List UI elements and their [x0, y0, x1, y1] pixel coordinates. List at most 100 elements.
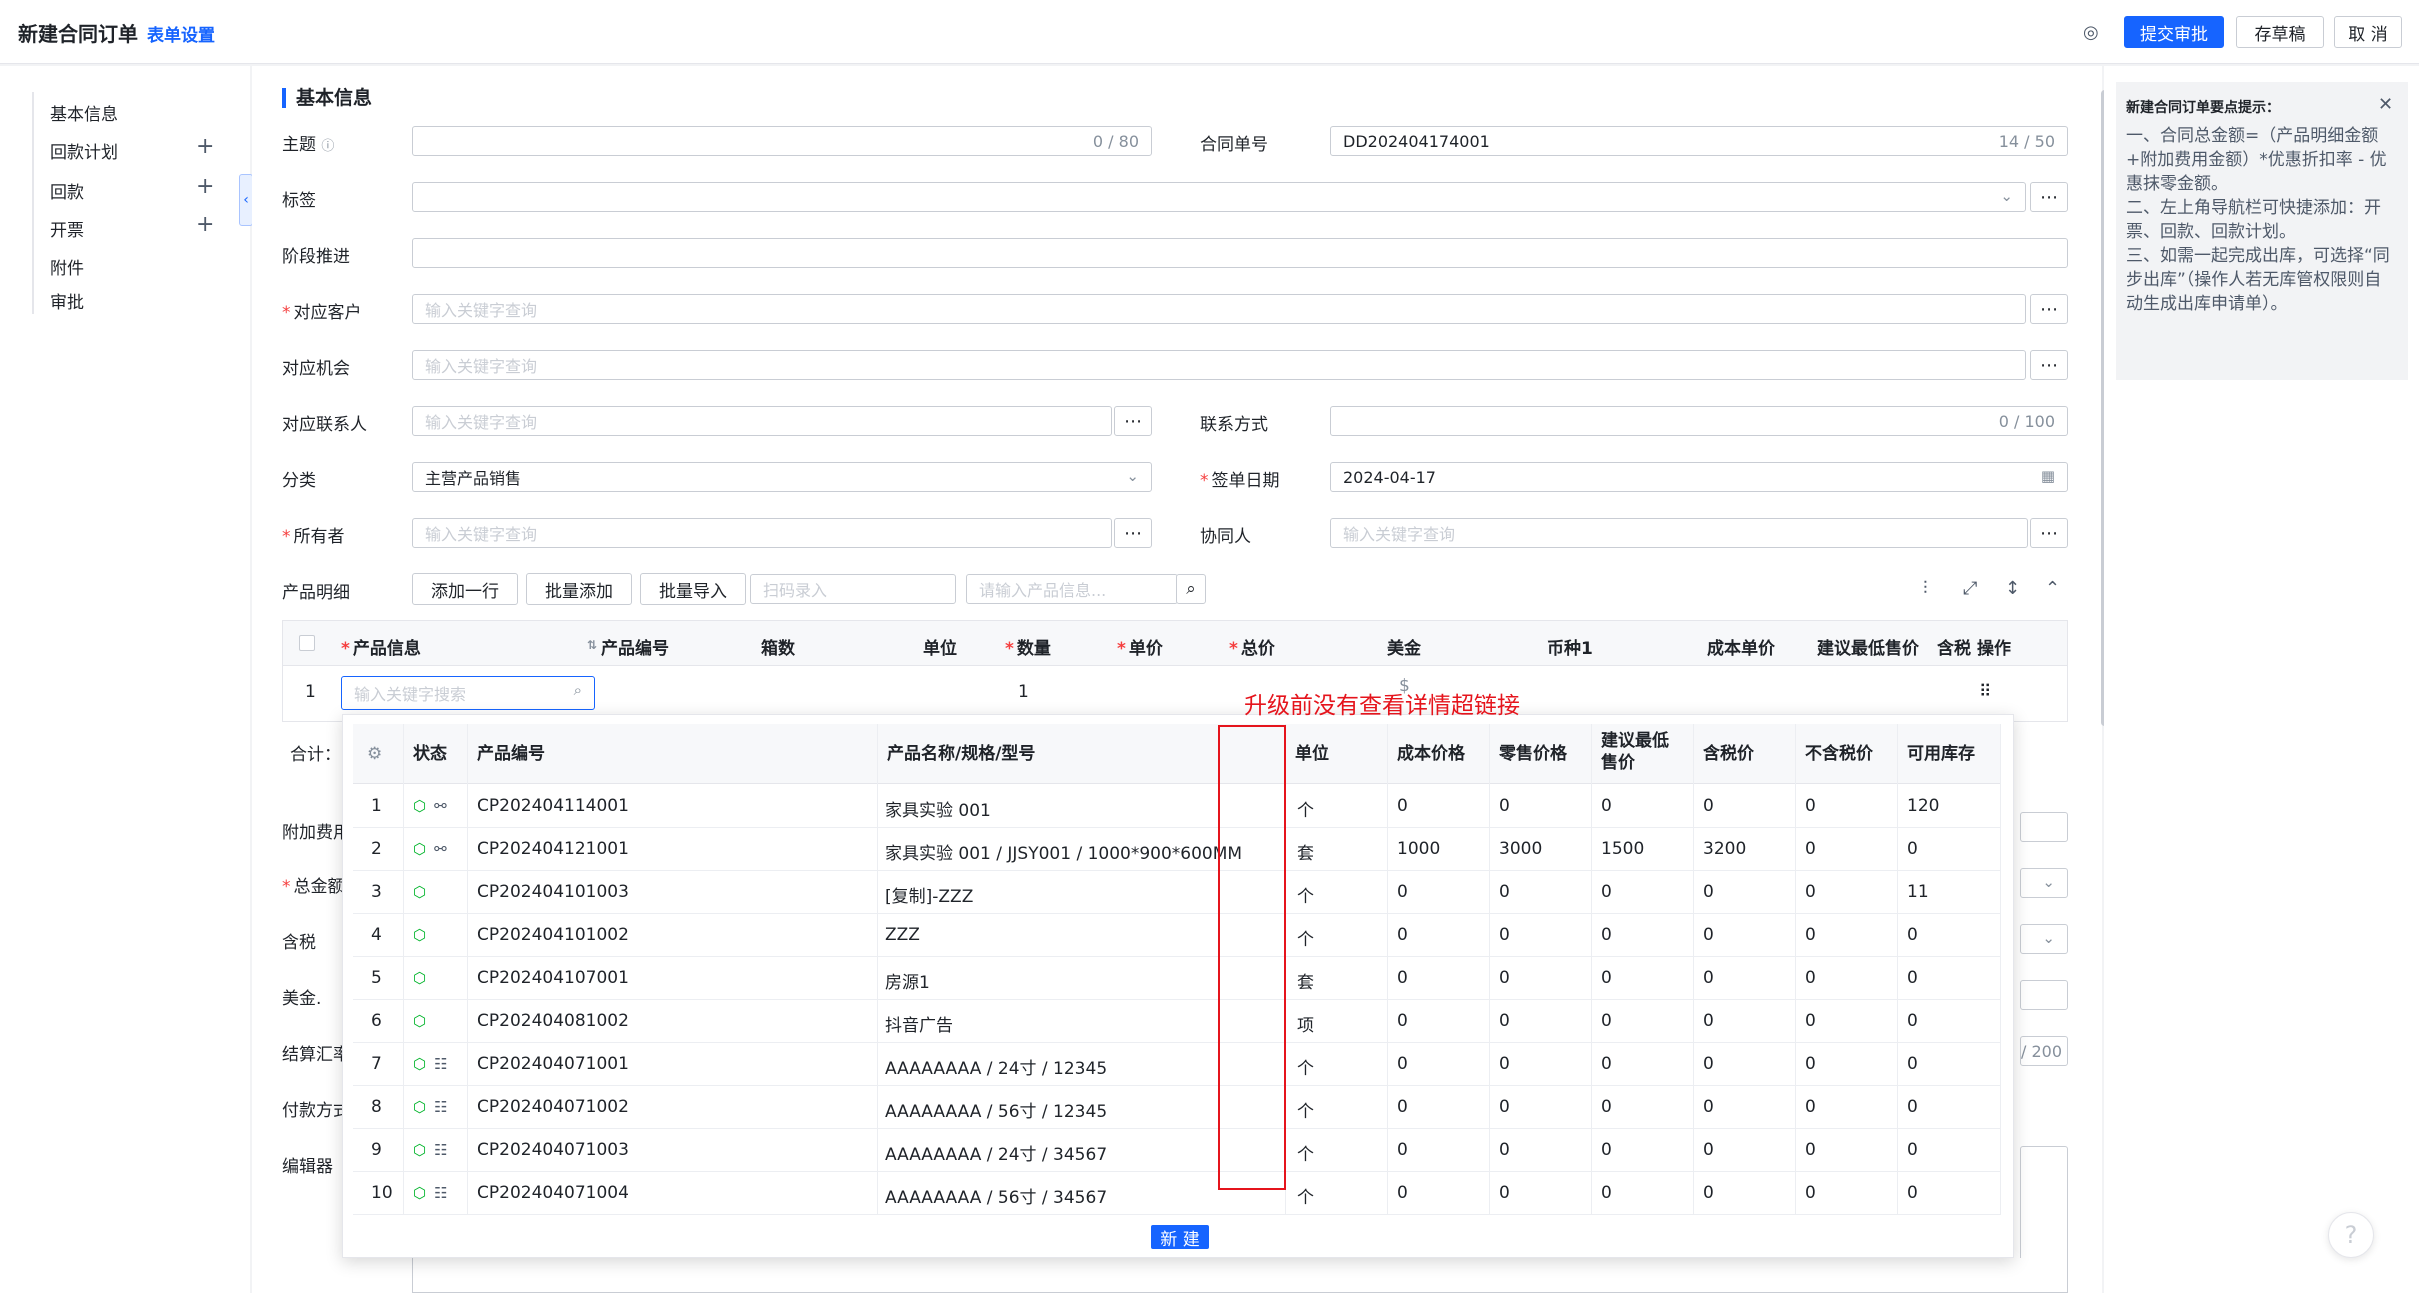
plus-icon[interactable]: +	[196, 174, 214, 199]
fullscreen-icon[interactable]: ⤢	[1963, 578, 1977, 599]
dropdown-row[interactable]: 9 CP202404071003 AAAAAAAA / 24寸 / 34567 个 0 0…	[353, 1129, 2001, 1172]
customer-input[interactable]: 输入关键字查询	[412, 294, 2026, 324]
plus-icon[interactable]: +	[196, 134, 214, 159]
save-draft-button[interactable]: 存草稿	[2236, 16, 2324, 48]
chevron-down-icon: ⌄	[1126, 467, 1139, 485]
editor-bottom[interactable]	[412, 1258, 2068, 1293]
cell-idx: 10	[371, 1183, 393, 1203]
dropdown-row[interactable]: 8 CP202404071002 AAAAAAAA / 56寸 / 12345 个 0 0…	[353, 1086, 2001, 1129]
row-qty[interactable]: 1	[1018, 682, 1029, 702]
sign-date-input[interactable]: 2024-04-17 ▦	[1330, 462, 2068, 492]
cancel-button[interactable]: 取 消	[2334, 16, 2402, 48]
opportunity-more-button[interactable]: ⋯	[2030, 350, 2068, 380]
top-header	[0, 0, 2419, 64]
col-cost-unit-price[interactable]: 成本单价	[1707, 634, 1775, 659]
col-total-price[interactable]: * 总价	[1229, 634, 1275, 659]
col-box-count[interactable]: 箱数	[761, 634, 795, 659]
dropdown-row[interactable]: 3 CP202404101003 [复制]-ZZZ 个 0 0 0 0 0 11 ⬡	[353, 871, 2001, 914]
dropdown-row[interactable]: 6 CP202404081002 抖音广告 项 0 0 0 0 0 0 ⬡	[353, 1000, 2001, 1043]
help-icon[interactable]: ?	[2328, 1212, 2374, 1258]
stage-label: 阶段推进	[282, 247, 350, 267]
form-label-text: 含税	[282, 933, 316, 953]
stage-input[interactable]	[412, 238, 2068, 268]
product-search-input[interactable]: 请输入产品信息...	[966, 574, 1178, 604]
nav-item[interactable]: 附件	[50, 254, 84, 279]
tag-more-button[interactable]: ⋯	[2030, 182, 2068, 212]
cell-code: CP202404101002	[477, 925, 629, 945]
sign-date-label: * 签单日期	[1200, 471, 1280, 491]
usd-input[interactable]	[2020, 980, 2068, 1010]
contact-method-input[interactable]: 0 / 100	[1330, 406, 2068, 436]
row-action-icon[interactable]: ⠿	[1979, 682, 1991, 702]
product-cube-icon: ⬡	[413, 883, 427, 901]
cell-tax: 0	[1703, 925, 1714, 945]
nav-item[interactable]: 回款计划	[50, 138, 118, 163]
collaborator-more-button[interactable]: ⋯	[2030, 518, 2068, 548]
col-unit[interactable]: 单位	[923, 634, 957, 659]
col-qty[interactable]: * 数量	[1005, 634, 1051, 659]
tips-title: 新建合同订单要点提示：	[2126, 100, 2280, 116]
batch-import-button[interactable]: 批量导入	[640, 573, 746, 605]
dd-col-notax-price: 不含税价	[1805, 744, 1873, 764]
contact-input[interactable]: 输入关键字查询	[412, 406, 1112, 436]
tag-select[interactable]: ⌄	[412, 182, 2026, 212]
dropdown-row[interactable]: 5 CP202404107001 房源1 套 0 0 0 0 0 0 ⬡	[353, 957, 2001, 1000]
cell-cost: 0	[1397, 925, 1408, 945]
opportunity-input[interactable]: 输入关键字查询	[412, 350, 2026, 380]
col-product-info[interactable]: * 产品信息	[341, 634, 421, 659]
contact-more-button[interactable]: ⋯	[1114, 406, 1152, 436]
customer-more-button[interactable]: ⋯	[2030, 294, 2068, 324]
owner-more-button[interactable]: ⋯	[1114, 518, 1152, 548]
cell-unit: 个	[1297, 801, 1314, 821]
cell-notax: 0	[1805, 1011, 1816, 1031]
settlement-rate-input[interactable]: / 200	[2020, 1036, 2068, 1066]
extra-fee-input[interactable]	[2020, 812, 2068, 842]
col-usd[interactable]: 美金	[1387, 634, 1421, 659]
tax-select[interactable]: ⌄	[2020, 924, 2068, 954]
collapse-up-icon[interactable]: ⌃	[2045, 578, 2060, 599]
cell-unit: 套	[1297, 844, 1314, 864]
category-select[interactable]: 主营产品销售 ⌄	[412, 462, 1152, 492]
scan-input[interactable]: 扫码录入	[750, 574, 956, 604]
close-icon[interactable]: ✕	[2378, 94, 2393, 115]
add-row-button[interactable]: 添加一行	[412, 573, 518, 605]
nav-item[interactable]: 基本信息	[50, 100, 118, 125]
form-setting-link[interactable]: 表单设置	[147, 21, 215, 46]
subject-counter: 0 / 80	[1092, 132, 1139, 151]
nav-item[interactable]: 审批	[50, 288, 84, 313]
product-search-field[interactable]: 输入关键字搜索 ⌕	[341, 676, 595, 710]
col-currency[interactable]: 币种1	[1547, 634, 1593, 659]
nav-item[interactable]: 开票	[50, 216, 84, 241]
search-icon[interactable]: ⌕	[1176, 574, 1206, 604]
collapse-arrow-icon[interactable]: ‹	[239, 174, 253, 226]
cell-min: 0	[1601, 1054, 1612, 1074]
col-unit-price[interactable]: * 单价	[1117, 634, 1163, 659]
col-min-price[interactable]: 建议最低售价	[1817, 634, 1919, 659]
row-height-icon[interactable]: ↕	[2005, 578, 2020, 599]
total-amount-select[interactable]: ⌄	[2020, 868, 2068, 898]
product-cube-icon: ⬡	[413, 1055, 427, 1073]
target-icon[interactable]: ◎	[2083, 22, 2099, 43]
cell-retail: 0	[1499, 925, 1510, 945]
cell-stock: 0	[1907, 1097, 1918, 1117]
batch-add-button[interactable]: 批量添加	[526, 573, 632, 605]
col-tax[interactable]: 含税	[1937, 634, 1971, 659]
dropdown-row[interactable]: 2 CP202404121001 家具实验 001 / JJSY001 / 1000…	[353, 828, 2001, 871]
column-settings-icon[interactable]: ⫶	[1923, 578, 1928, 599]
dropdown-row[interactable]: 7 CP202404071001 AAAAAAAA / 24寸 / 12345 个 0 0…	[353, 1043, 2001, 1086]
collaborator-input[interactable]: 输入关键字查询	[1330, 518, 2028, 548]
dropdown-row[interactable]: 1 CP202404114001 家具实验 001 个 0 0 0 0 0 120 ⬡ ⚯	[353, 785, 2001, 828]
new-product-button[interactable]: 新 建	[1151, 1225, 1209, 1250]
subject-input[interactable]: 0 / 80	[412, 126, 1152, 156]
dropdown-row[interactable]: 4 CP202404101002 ZZZ 个 0 0 0 0 0 0 ⬡	[353, 914, 2001, 957]
nav-item[interactable]: 回款	[50, 178, 84, 203]
dropdown-row[interactable]: 10 CP202404071004 AAAAAAAA / 56寸 / 34567 个 0…	[353, 1172, 2001, 1215]
plus-icon[interactable]: +	[196, 212, 214, 237]
col-product-code[interactable]: 产品编号	[601, 634, 669, 659]
sort-icon[interactable]: ⇅	[583, 634, 597, 654]
owner-input[interactable]: 输入关键字查询	[412, 518, 1112, 548]
select-all-checkbox[interactable]	[299, 635, 315, 651]
submit-approval-button[interactable]: 提交审批	[2124, 16, 2224, 48]
contract-no-input[interactable]: DD202404174001 14 / 50	[1330, 126, 2068, 156]
settings-icon[interactable]: ⚙	[367, 743, 382, 765]
